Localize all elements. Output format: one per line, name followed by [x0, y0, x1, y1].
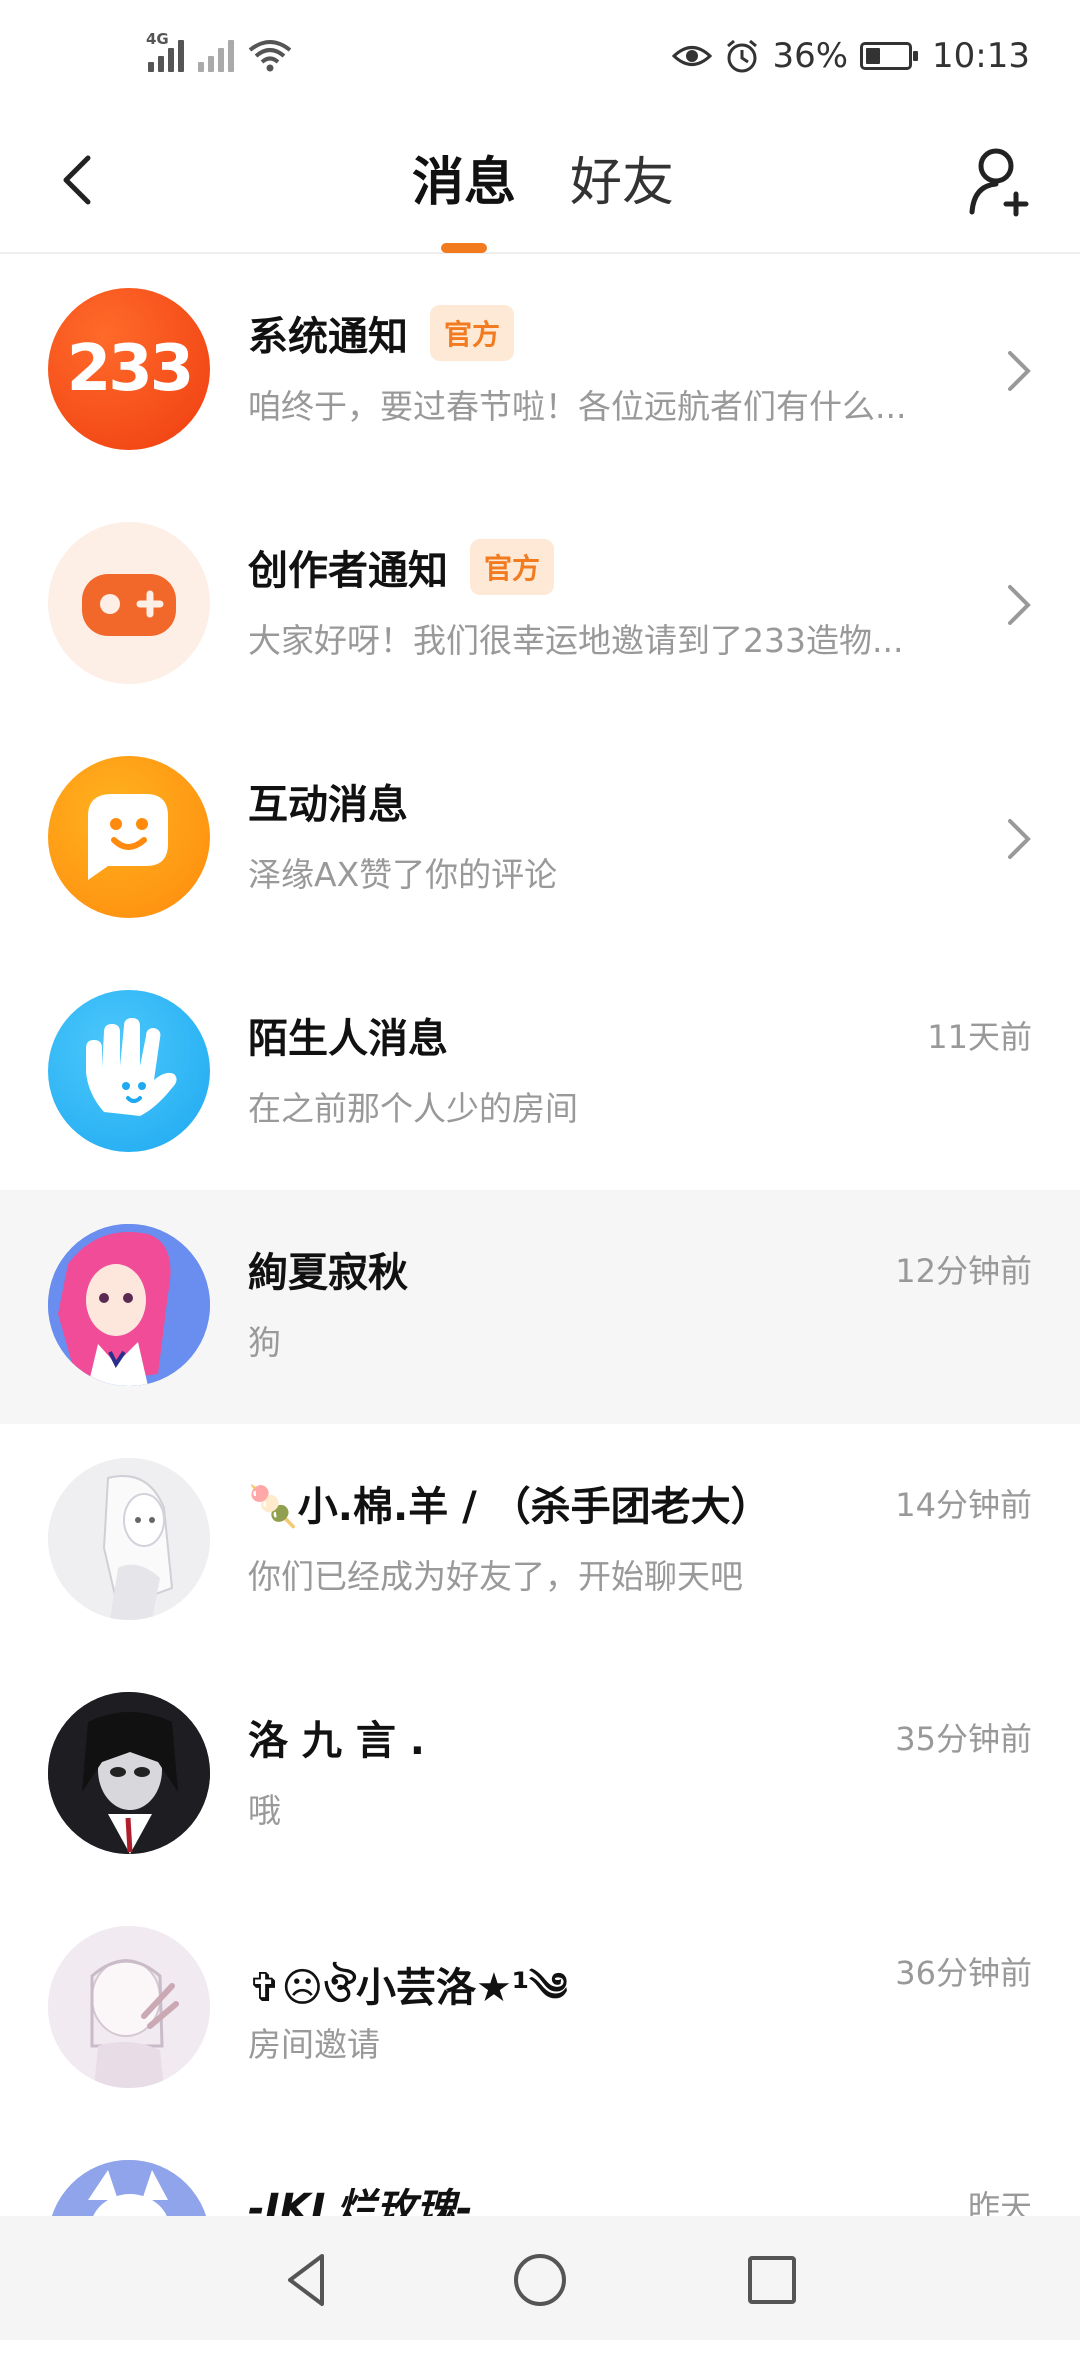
conversation-time: 14分钟前: [895, 1486, 1032, 1524]
tab-messages[interactable]: 消息: [410, 140, 518, 215]
chat-face-icon: [48, 756, 210, 918]
user-avatar: [48, 1224, 210, 1386]
network-type: 4G: [146, 30, 169, 48]
conversation-preview: 房间邀请: [248, 2025, 380, 2064]
back-arrow-icon[interactable]: [50, 150, 110, 210]
tab-friends[interactable]: 好友: [568, 140, 676, 215]
status-bar: 4G 36% 10:13: [0, 0, 1080, 120]
233-logo-icon: 233: [48, 288, 210, 450]
conversation-preview: 你们已经成为好友了，开始聊天吧: [248, 1557, 743, 1596]
conversation-preview: 大家好呀！我们很幸运地邀请到了233造物...: [248, 621, 904, 660]
conversation-name: 陌生人消息: [248, 1016, 448, 1062]
user-avatar: [48, 1926, 210, 2088]
conversation-user[interactable]: 🍡小.棉.羊 / （杀手团老大） 14分钟前 你们已经成为好友了，开始聊天吧: [0, 1424, 1080, 1658]
hand-wave-icon: [48, 990, 210, 1152]
conversation-creator-notice[interactable]: 创作者通知 官方 大家好呀！我们很幸运地邀请到了233造物...: [0, 488, 1080, 722]
nav-home-icon[interactable]: [510, 2250, 570, 2310]
user-avatar: [48, 1458, 210, 1620]
official-badge: 官方: [470, 539, 555, 595]
conversation-preview: 狗: [248, 1323, 281, 1362]
official-badge: 官方: [430, 305, 515, 361]
user-avatar: [48, 1692, 210, 1854]
conversation-time: 12分钟前: [895, 1252, 1032, 1290]
conversation-name: 互动消息: [248, 782, 408, 828]
conversation-list: 233 系统通知 官方 咱终于，要过春节啦！各位远航者们有什么... 创作者通知…: [0, 254, 1080, 2360]
conversation-strangers[interactable]: 陌生人消息 11天前 在之前那个人少的房间: [0, 956, 1080, 1190]
signal-icon: 4G: [146, 30, 184, 72]
conversation-time: 35分钟前: [895, 1720, 1032, 1758]
conversation-name: 絢夏寂秋: [248, 1250, 408, 1296]
chevron-right-icon: [1008, 819, 1031, 859]
battery-icon: [860, 42, 919, 70]
gamepad-icon: [48, 522, 210, 684]
alarm-icon: [727, 39, 758, 73]
conversation-user[interactable]: 絢夏寂秋 12分钟前 狗: [0, 1190, 1080, 1424]
conversation-time: 36分钟前: [895, 1954, 1032, 1992]
status-right: 36% 10:13: [672, 36, 1030, 76]
chevron-right-icon: [1008, 351, 1031, 391]
conversation-name: 🍡小.棉.羊 / （杀手团老大）: [248, 1484, 771, 1530]
clock: 10:13: [932, 36, 1030, 76]
conversation-user[interactable]: ✞☹ঔ小芸洛★¹༄ 36分钟前 房间邀请: [0, 1892, 1080, 2126]
conversation-preview: 咱终于，要过春节啦！各位远航者们有什么...: [248, 387, 907, 426]
header: 消息 好友: [0, 120, 1080, 254]
eye-icon: [672, 46, 713, 66]
system-nav-bar: [0, 2216, 1080, 2340]
chevron-right-icon: [1008, 585, 1031, 625]
signal-icon-sim2: [198, 38, 234, 72]
nav-back-icon[interactable]: [278, 2250, 338, 2310]
signal-group: 4G: [146, 30, 292, 72]
add-friend-icon[interactable]: [968, 142, 1038, 222]
battery-percent: 36%: [772, 36, 849, 76]
nav-recents-icon[interactable]: [742, 2250, 802, 2310]
wifi-icon: [248, 40, 292, 72]
conversation-name: 创作者通知: [248, 548, 448, 594]
conversation-name: 系统通知: [248, 314, 408, 360]
conversation-time: 11天前: [927, 1018, 1032, 1056]
conversation-user[interactable]: 洛 九 言 . 35分钟前 哦: [0, 1658, 1080, 1892]
conversation-system-notice[interactable]: 233 系统通知 官方 咱终于，要过春节啦！各位远航者们有什么...: [0, 254, 1080, 488]
conversation-preview: 哦: [248, 1791, 281, 1830]
conversation-preview: 在之前那个人少的房间: [248, 1089, 578, 1128]
conversation-preview: 泽缘AX赞了你的评论: [248, 855, 558, 894]
conversation-name: 洛 九 言 .: [248, 1718, 425, 1764]
conversation-interactions[interactable]: 互动消息 泽缘AX赞了你的评论: [0, 722, 1080, 956]
tab-bar: 消息 好友: [410, 140, 676, 215]
